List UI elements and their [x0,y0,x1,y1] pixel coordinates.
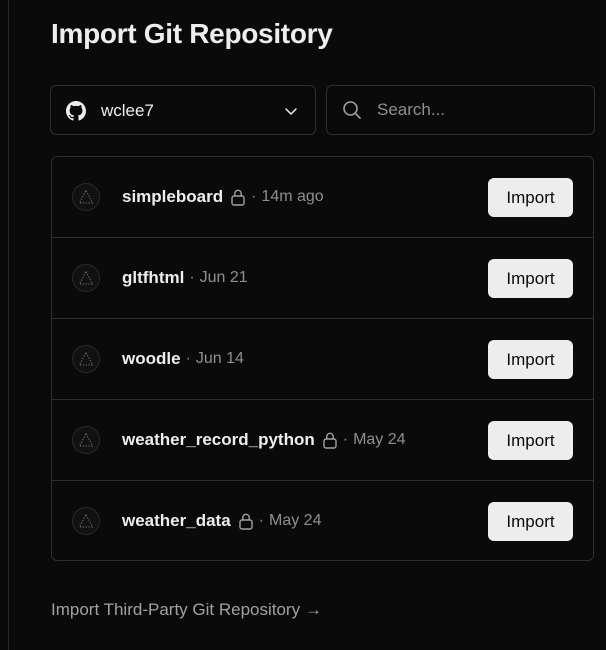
repo-updated-time: 14m ago [261,188,324,205]
scope-selected-account: wclee7 [101,101,154,120]
import-button[interactable]: Import [488,340,573,379]
repo-updated-time: Jun 14 [195,350,244,367]
repo-framework-icon [72,507,100,535]
page-title: Import Git Repository [51,18,333,49]
import-button[interactable]: Import [488,178,573,217]
lock-icon [238,513,253,530]
repo-name: weather_data [122,511,231,530]
search-input[interactable] [377,86,582,134]
import-third-party-link[interactable]: Import Third-Party Git Repository → [51,600,322,620]
repo-meta: woodle · Jun 14 [122,349,244,369]
repo-meta: weather_data · May 24 [122,511,321,531]
repo-framework-icon [72,264,100,292]
repo-name: weather_record_python [122,430,315,449]
repo-meta: weather_record_python · May 24 [122,430,406,450]
repo-meta: gltfhtml · Jun 21 [122,268,248,288]
repo-separator: · [342,431,349,448]
repo-row: weather_record_python · May 24 Import [52,400,593,481]
chevron-down-icon [285,108,297,115]
left-divider [8,0,9,650]
search-icon [343,101,361,119]
import-button[interactable]: Import [488,259,573,298]
repo-updated-time: May 24 [269,512,322,529]
lock-icon [323,432,337,449]
lock-icon [231,189,245,206]
repo-framework-icon [72,426,100,454]
repo-controls: wclee7 [50,85,595,137]
repo-name: gltfhtml [122,268,185,287]
repo-separator: · [185,350,191,367]
repo-framework-icon [72,345,100,373]
repo-search-box [326,85,595,135]
repository-list: simpleboard · 14m ago Import gltfhtml · … [51,156,594,561]
repo-separator: · [189,269,195,286]
repo-separator: · [251,188,257,205]
import-git-repository-page: Import Git Repository wclee7 Search... s… [0,0,606,650]
git-scope-select[interactable]: wclee7 [50,85,316,135]
repo-row: gltfhtml · Jun 21 Import [52,238,593,319]
repo-row: woodle · Jun 14 Import [52,319,593,400]
repo-row: weather_data · May 24 Import [52,481,593,560]
repo-framework-icon [72,183,100,211]
repo-name: simpleboard [122,187,224,206]
repo-name: woodle [122,349,181,368]
repo-updated-time: May 24 [353,431,406,448]
repo-row: simpleboard · 14m ago Import [52,157,593,238]
import-button[interactable]: Import [488,502,573,541]
repo-separator: · [258,512,264,529]
repo-updated-time: Jun 21 [199,269,248,286]
github-icon [66,101,86,121]
import-button[interactable]: Import [488,421,573,460]
repo-meta: simpleboard · 14m ago [122,187,324,207]
